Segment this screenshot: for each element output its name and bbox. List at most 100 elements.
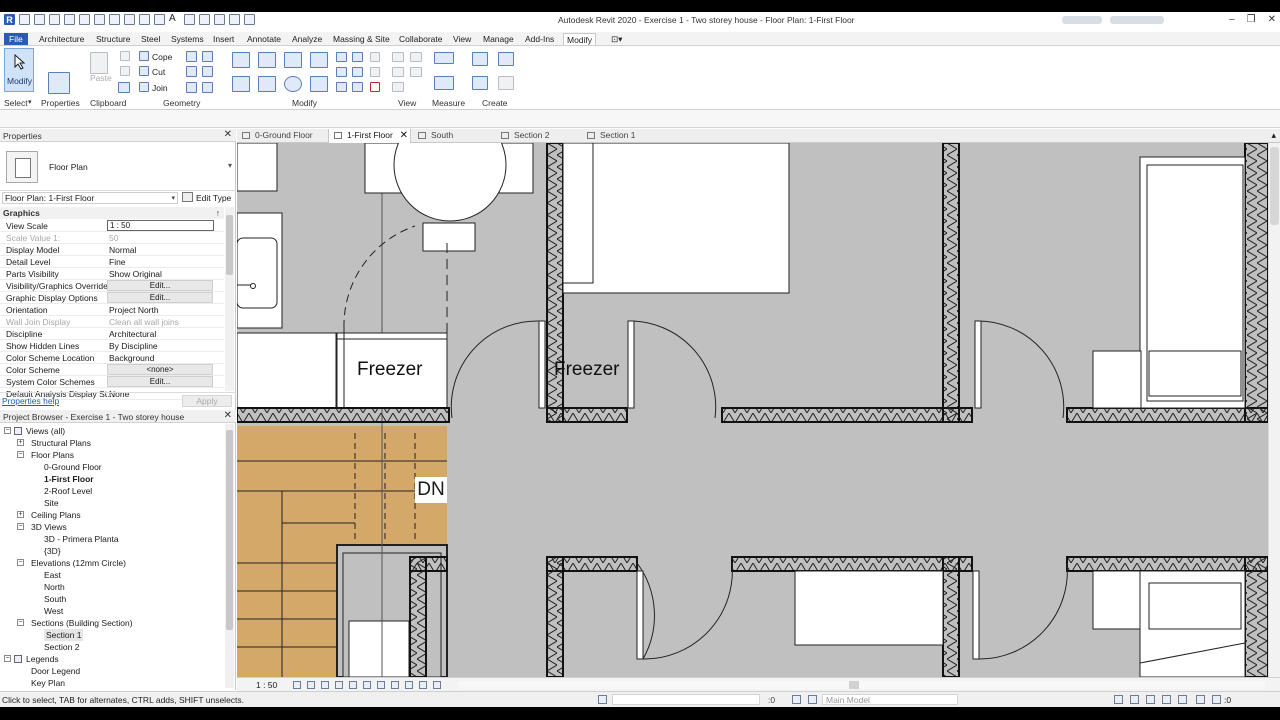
sun-path-icon[interactable]	[321, 681, 329, 689]
browser-item[interactable]: Section 2	[44, 641, 79, 653]
create-assembly-icon[interactable]	[472, 52, 488, 66]
select-by-face-icon[interactable]	[1162, 695, 1171, 704]
active-workset-field[interactable]	[612, 694, 760, 705]
expand-node-icon[interactable]: +	[17, 511, 24, 518]
close-icon[interactable]: ✕	[1268, 14, 1276, 25]
property-row[interactable]: Show Hidden Lines By Discipline	[0, 340, 224, 352]
property-row[interactable]: Display Model Normal	[0, 244, 224, 256]
property-row[interactable]: Graphic Display Options Edit...	[0, 292, 224, 304]
copy-icon[interactable]	[120, 66, 130, 76]
shadows-icon[interactable]	[335, 681, 343, 689]
property-row[interactable]: Color Scheme Location Background	[0, 352, 224, 364]
close-view-tab-icon[interactable]: ✕	[400, 129, 408, 142]
browser-item[interactable]: Floor Plans	[31, 449, 74, 461]
copy-element-icon[interactable]	[258, 76, 276, 92]
browser-item[interactable]: Sections (Building Section)	[31, 617, 133, 629]
browser-item[interactable]: Elevations (12mm Circle)	[31, 557, 126, 569]
property-row[interactable]: Discipline Architectural	[0, 328, 224, 340]
cut-label[interactable]: Cut	[152, 67, 165, 77]
stair-direction-label[interactable]: DN	[415, 477, 447, 503]
create-group-icon[interactable]	[472, 76, 488, 90]
browser-item[interactable]: Section 1	[44, 629, 84, 641]
edit-type-button[interactable]: Edit Type	[182, 192, 231, 203]
undo-icon[interactable]	[79, 14, 90, 25]
split-gap-icon[interactable]	[352, 52, 363, 62]
ribbon-tab-steel[interactable]: Steel	[138, 33, 163, 45]
cut-clipboard-icon[interactable]	[120, 51, 130, 61]
ribbon-tab-add-ins[interactable]: Add-Ins	[522, 33, 557, 45]
align-icon[interactable]	[232, 52, 250, 68]
home-icon[interactable]	[19, 14, 30, 25]
properties-scrollbar[interactable]	[225, 207, 234, 391]
contextual-tab-dropdown-icon[interactable]: ⊡▾	[608, 33, 625, 45]
browser-item[interactable]: South	[44, 593, 66, 605]
background-process-icon[interactable]	[1196, 695, 1205, 704]
horizontal-scroll-thumb[interactable]	[849, 681, 859, 689]
property-row[interactable]: Detail Level Fine	[0, 256, 224, 268]
collapse-node-icon[interactable]: −	[4, 655, 11, 662]
geometry-tool-6-icon[interactable]	[202, 82, 213, 93]
geometry-tool-3-icon[interactable]	[186, 66, 197, 77]
collapse-node-icon[interactable]: −	[4, 427, 11, 434]
crop-view-icon[interactable]	[349, 681, 357, 689]
view-tool-4-icon[interactable]	[410, 67, 422, 77]
worksharing-display-icon[interactable]	[419, 681, 427, 689]
ribbon-tab-manage[interactable]: Manage	[480, 33, 517, 45]
paste-icon[interactable]	[90, 52, 108, 74]
open-icon[interactable]	[34, 14, 45, 25]
instance-filter-dropdown-icon[interactable]: ▾	[171, 193, 175, 204]
view-scale[interactable]: 1 : 50	[256, 680, 277, 690]
type-selector[interactable]: Floor Plan ▾	[0, 143, 236, 191]
redo-icon[interactable]	[94, 14, 105, 25]
property-edit-button[interactable]: <none>	[107, 364, 213, 375]
browser-item[interactable]: Legends	[26, 653, 59, 665]
ribbon-tab-annotate[interactable]: Annotate	[244, 33, 284, 45]
browser-item[interactable]: 2-Roof Level	[44, 485, 92, 497]
filter-icon[interactable]	[1212, 695, 1221, 704]
ribbon-tab-collaborate[interactable]: Collaborate	[396, 33, 445, 45]
browser-item[interactable]: West	[44, 605, 63, 617]
property-row[interactable]: Wall Join Display Clean all wall joins	[0, 316, 224, 328]
close-hidden-icon[interactable]	[229, 14, 240, 25]
browser-item[interactable]: 0-Ground Floor	[44, 461, 102, 473]
create-similar-icon[interactable]	[498, 76, 514, 90]
mirror-axis-icon[interactable]	[284, 52, 302, 68]
drawing-canvas[interactable]: Freezer Freezer DN	[237, 143, 1268, 677]
section-icon[interactable]	[199, 14, 210, 25]
browser-scrollbar[interactable]	[225, 424, 234, 688]
aligned-dimension-icon[interactable]	[434, 76, 454, 90]
browser-item[interactable]: North	[44, 581, 65, 593]
view-tab[interactable]: 0-Ground Floor	[237, 129, 326, 143]
geometry-tool-1-icon[interactable]	[186, 51, 197, 62]
view-tool-1-icon[interactable]	[392, 52, 404, 62]
temporary-hide-icon[interactable]	[391, 681, 399, 689]
ribbon-tab-architecture[interactable]: Architecture	[36, 33, 87, 45]
properties-help-link[interactable]: Properties help	[2, 396, 59, 406]
exclude-options-icon[interactable]	[808, 695, 817, 704]
thin-lines-icon[interactable]	[214, 14, 225, 25]
select-underlay-icon[interactable]	[1130, 695, 1139, 704]
browser-item[interactable]: Ceiling Plans	[31, 509, 81, 521]
analytical-model-icon[interactable]	[433, 681, 441, 689]
ribbon-tab-systems[interactable]: Systems	[168, 33, 207, 45]
pin-icon[interactable]	[336, 82, 347, 92]
dimension-icon[interactable]	[139, 14, 150, 25]
view-tab[interactable]: Section 1	[582, 129, 662, 143]
ribbon-tab-analyze[interactable]: Analyze	[289, 33, 325, 45]
property-row[interactable]: Scale Value 1: 50	[0, 232, 224, 244]
detail-level-icon[interactable]	[293, 681, 301, 689]
delete-icon[interactable]	[370, 82, 380, 92]
select-panel-label[interactable]: Select	[4, 98, 28, 108]
property-row[interactable]: Visibility/Graphics Overrides Edit...	[0, 280, 224, 292]
3d-view-icon[interactable]	[184, 14, 195, 25]
browser-item[interactable]: Site	[44, 497, 59, 509]
drag-on-selection-icon[interactable]	[1178, 695, 1187, 704]
visual-style-icon[interactable]	[307, 681, 315, 689]
view-tab[interactable]: Section 2	[496, 129, 579, 143]
ribbon-tab-structure[interactable]: Structure	[93, 33, 134, 45]
move-icon[interactable]	[232, 76, 250, 92]
trim-multiple-icon[interactable]	[370, 67, 380, 77]
instance-filter-select[interactable]: Floor Plan: 1-First Floor ▾	[2, 192, 178, 204]
canvas-scroll-thumb[interactable]	[1270, 147, 1279, 225]
graphics-group-header[interactable]: Graphics ↑	[0, 207, 224, 219]
